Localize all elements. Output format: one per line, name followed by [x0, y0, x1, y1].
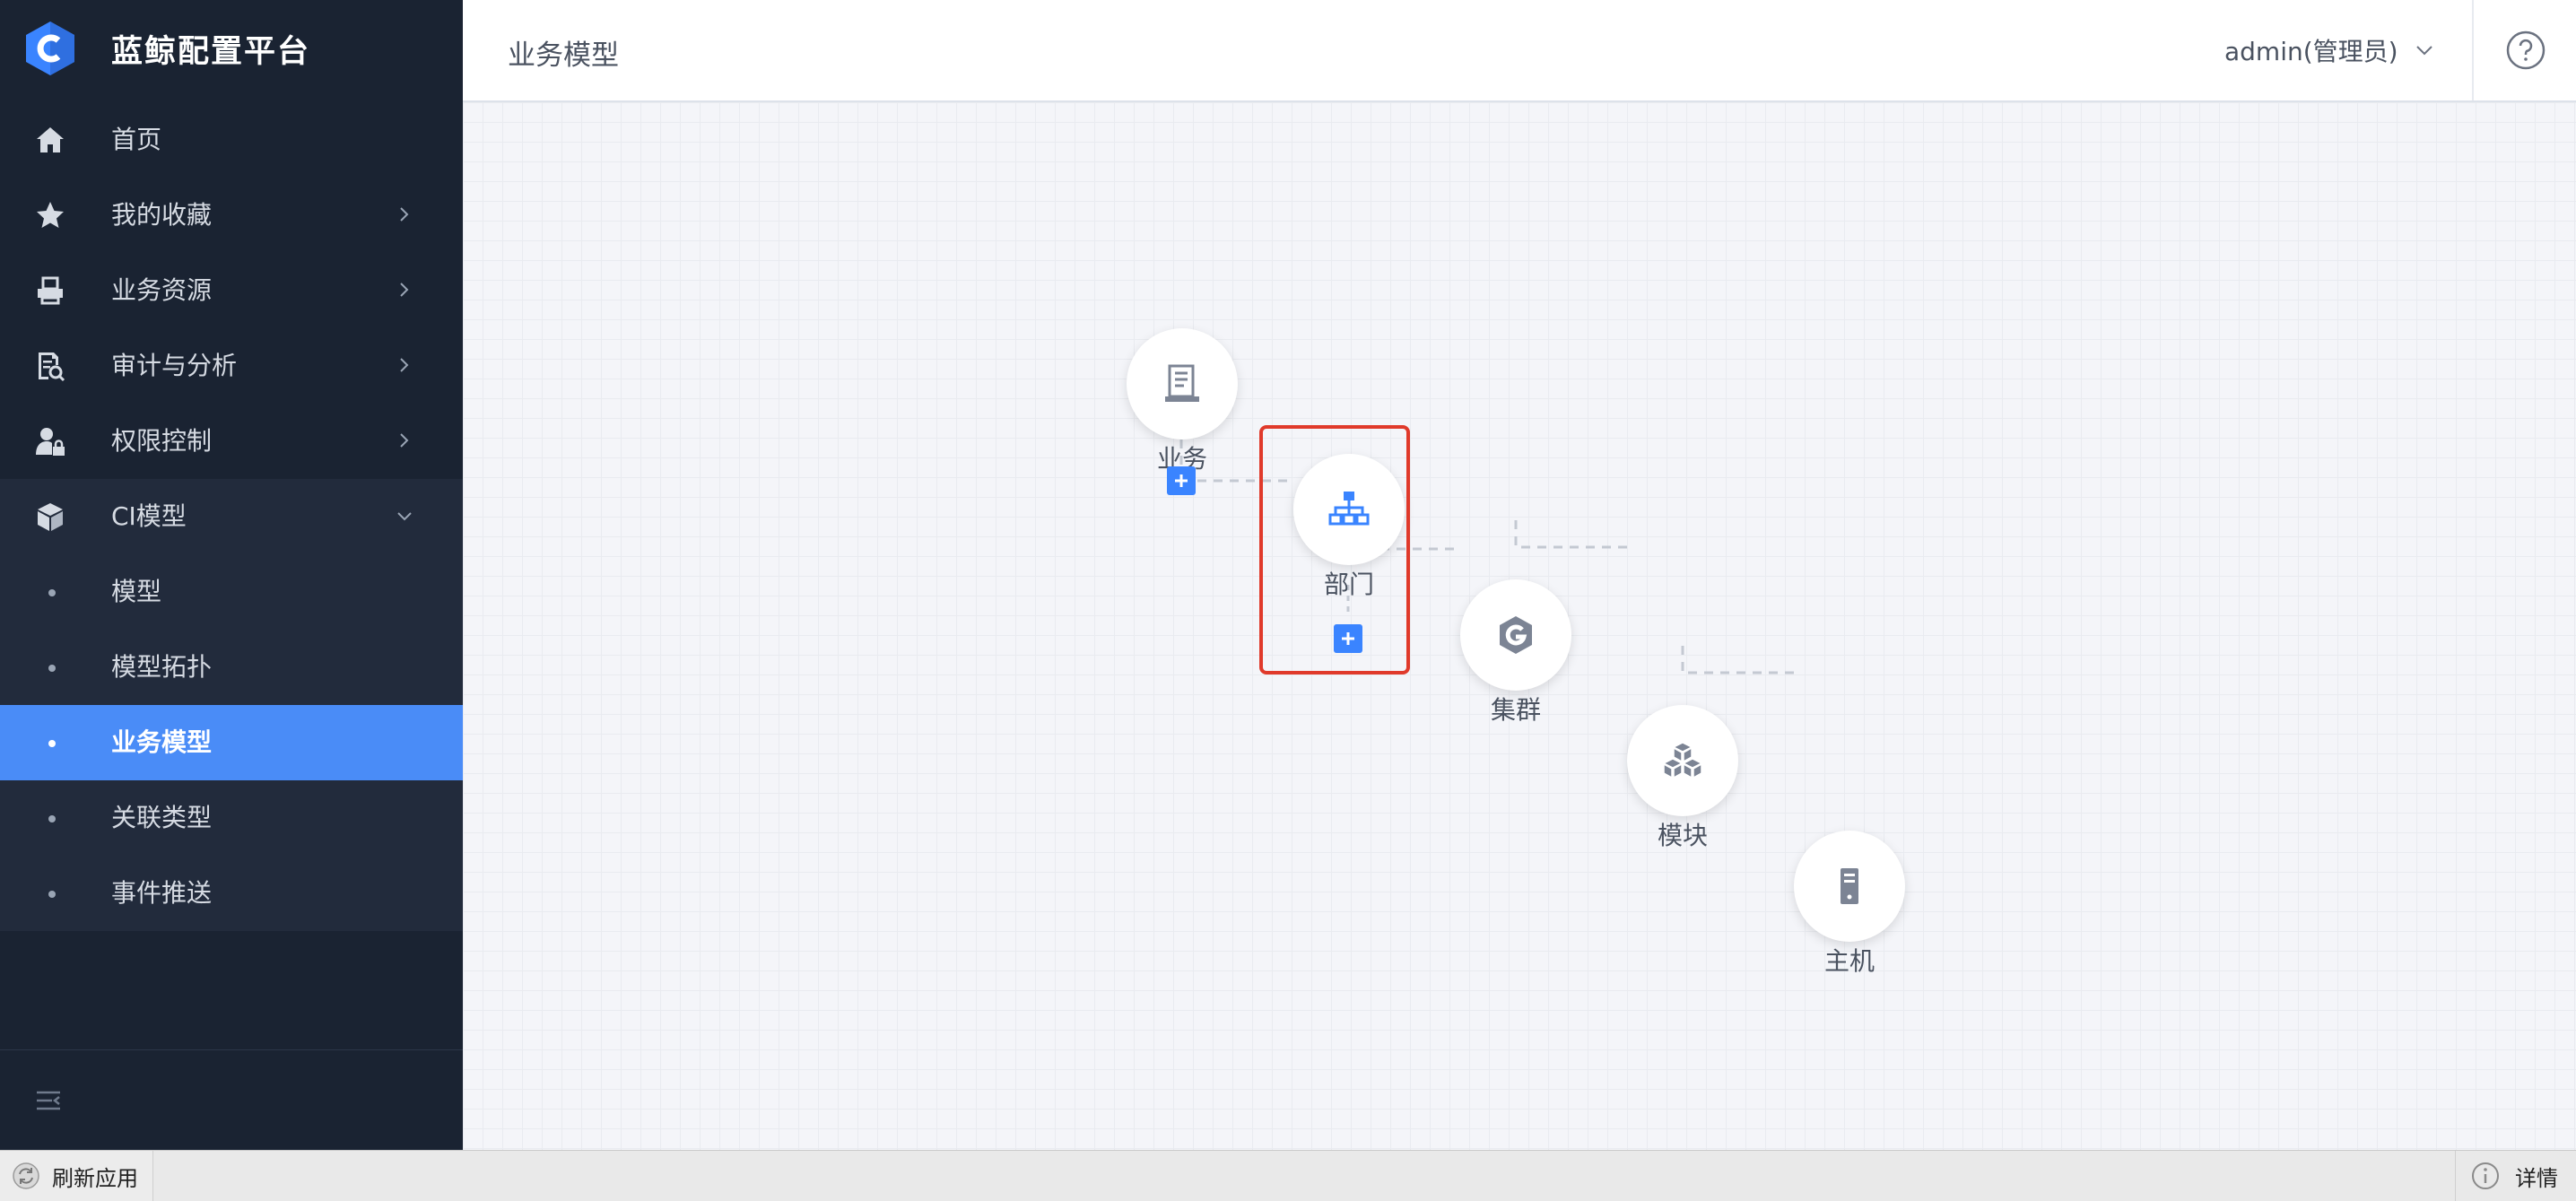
topology-node-label: 集群	[1490, 695, 1541, 725]
header-divider	[2472, 0, 2474, 100]
sidebar-item-label: 我的收藏	[111, 200, 213, 230]
sidebar-item-label: 业务资源	[111, 275, 213, 305]
add-child-button[interactable]	[1167, 466, 1196, 495]
sidebar-item-ci-model[interactable]: CI模型	[0, 479, 463, 554]
chevron-right-icon	[400, 358, 409, 372]
refresh-app-button[interactable]: 刷新应用	[0, 1151, 153, 1201]
sidebar-collapse-button[interactable]	[0, 1049, 463, 1151]
details-label: 详情	[2515, 1165, 2558, 1191]
sidebar-item-permissions[interactable]: 权限控制	[0, 404, 463, 479]
topology-node-business[interactable]	[1127, 328, 1238, 439]
chevron-right-icon	[400, 433, 409, 448]
submenu-item-label: 关联类型	[111, 803, 213, 832]
sidebar-item-business-resources[interactable]: 业务资源	[0, 253, 463, 328]
topology-canvas: 业务 部门 集群 模块 主机	[463, 102, 2576, 1150]
topology-node-module[interactable]	[1627, 705, 1738, 816]
sidebar-item-favorites[interactable]: 我的收藏	[0, 178, 463, 253]
collapse-menu-icon	[37, 1091, 60, 1110]
cluster-g-icon	[1500, 616, 1532, 654]
user-menu[interactable]: admin(管理员)	[2224, 32, 2436, 68]
app-title: 蓝鲸配置平台	[111, 33, 311, 70]
topology-node-label: 模块	[1657, 821, 1708, 850]
user-lock-icon	[36, 428, 65, 456]
selection-highlight	[1259, 425, 1410, 674]
sidebar-item-audit-analysis[interactable]: 审计与分析	[0, 328, 463, 404]
refresh-label: 刷新应用	[52, 1165, 138, 1191]
sidebar-item-label: 首页	[111, 125, 162, 154]
user-name: admin(管理员)	[2224, 37, 2398, 66]
chevron-right-icon	[400, 207, 409, 222]
refresh-icon	[13, 1162, 39, 1189]
page-title: 业务模型	[508, 39, 619, 72]
sidebar-item-home[interactable]: 首页	[0, 102, 463, 178]
details-button[interactable]: 详情	[2455, 1151, 2576, 1201]
top-header: 业务模型 admin(管理员)	[463, 0, 2576, 102]
submenu-item-model-topology[interactable]: 模型拓扑	[0, 630, 463, 705]
sidebar-item-label: CI模型	[111, 501, 187, 531]
bullet-icon	[48, 740, 56, 747]
brand: 蓝鲸配置平台	[0, 0, 463, 97]
bk-cmdb-logo-icon	[26, 22, 74, 75]
cubes-icon	[1662, 742, 1703, 779]
submenu-item-label: 事件推送	[111, 878, 213, 908]
topology-node-host[interactable]	[1794, 831, 1905, 942]
bullet-icon	[48, 891, 56, 898]
cube-icon	[38, 503, 63, 531]
chevron-down-icon	[397, 512, 412, 521]
sidebar: 蓝鲸配置平台 首页 我的收藏 业务资源 审计与分析 权限控制 CI模型 模型 模…	[0, 0, 463, 1150]
sidebar-item-label: 审计与分析	[111, 351, 238, 380]
star-icon	[37, 202, 64, 228]
home-icon	[37, 127, 64, 152]
bullet-icon	[48, 589, 56, 596]
submenu-item-label: 业务模型	[111, 727, 213, 757]
bullet-icon	[48, 665, 56, 672]
plus-icon	[1175, 474, 1188, 487]
submenu-item-label: 模型	[111, 577, 162, 606]
business-icon	[1165, 364, 1199, 402]
bullet-icon	[48, 815, 56, 822]
printer-icon	[38, 276, 63, 305]
chevron-right-icon	[400, 283, 409, 297]
submenu-item-model[interactable]: 模型	[0, 554, 463, 630]
sidebar-item-label: 权限控制	[111, 426, 213, 456]
topology-node-label: 主机	[1823, 946, 1875, 976]
submenu-item-label: 模型拓扑	[111, 652, 213, 682]
info-icon	[2472, 1162, 2499, 1189]
topology-node-cluster[interactable]	[1460, 579, 1571, 691]
chevron-down-icon	[2415, 46, 2432, 56]
server-icon	[1841, 868, 1858, 904]
submenu-item-business-model[interactable]: 业务模型	[0, 705, 463, 780]
audit-icon	[39, 352, 65, 382]
submenu-item-association-types[interactable]: 关联类型	[0, 780, 463, 856]
question-circle-icon[interactable]	[2504, 29, 2547, 72]
bottom-bar: 刷新应用 详情	[0, 1150, 2576, 1201]
submenu-item-event-push[interactable]: 事件推送	[0, 856, 463, 931]
